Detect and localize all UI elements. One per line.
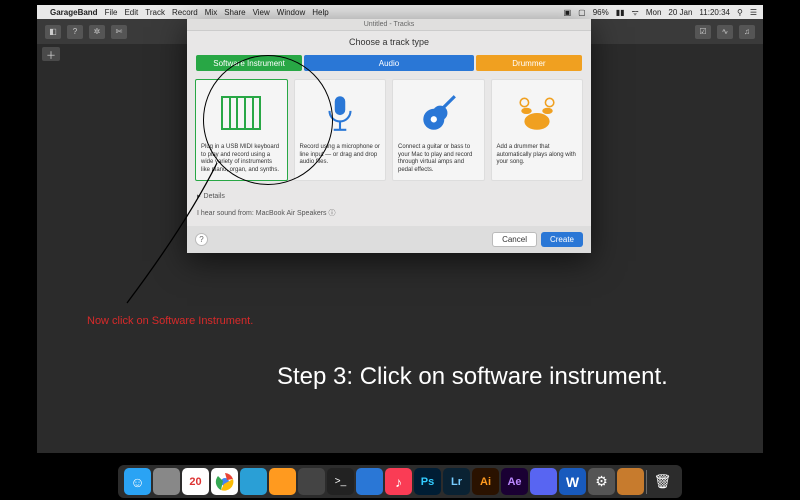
card-desc: Record using a microphone or line input … bbox=[300, 144, 381, 167]
menu-record[interactable]: Record bbox=[172, 8, 198, 17]
dock-garageband-icon[interactable] bbox=[617, 468, 644, 495]
loops-button[interactable]: ∿ bbox=[717, 25, 733, 39]
mac-dock: ☺ 20 >_ ♪PsLrAiAe W⚙ 🗑 bbox=[118, 465, 682, 498]
card-desc: Connect a guitar or bass to your Mac to … bbox=[398, 144, 479, 174]
menu-edit[interactable]: Edit bbox=[124, 8, 138, 17]
window-title: Untitled - Tracks bbox=[364, 21, 415, 28]
piano-icon bbox=[220, 92, 262, 134]
menu-share[interactable]: Share bbox=[224, 8, 245, 17]
spotlight-icon[interactable]: ⚲ bbox=[737, 8, 743, 17]
dock-aftereffects-icon[interactable]: Ae bbox=[501, 468, 528, 495]
card-audio-guitar[interactable]: Connect a guitar or bass to your Mac to … bbox=[392, 79, 485, 181]
tab-software-instrument[interactable]: Software Instrument bbox=[196, 55, 302, 71]
battery-icon[interactable]: ▮▮ bbox=[616, 8, 625, 17]
mac-menubar: GarageBand File Edit Track Record Mix Sh… bbox=[37, 5, 763, 19]
dock-word-icon[interactable]: W bbox=[559, 468, 586, 495]
drums-icon bbox=[516, 92, 558, 134]
card-desc: Add a drummer that automatically plays a… bbox=[497, 144, 578, 167]
dock-vscode-icon[interactable] bbox=[356, 468, 383, 495]
airplay-icon[interactable]: ▢ bbox=[578, 8, 586, 17]
dock-calendar-icon[interactable]: 20 bbox=[182, 468, 209, 495]
desktop-screen: GarageBand File Edit Track Record Mix Sh… bbox=[37, 5, 763, 453]
modal-titlebar: Untitled - Tracks bbox=[187, 19, 591, 31]
dock-launchpad-icon[interactable] bbox=[153, 468, 180, 495]
audio-output-info: I hear sound from: MacBook Air Speakers … bbox=[187, 203, 591, 226]
help-button[interactable]: ? bbox=[195, 233, 208, 246]
cancel-button[interactable]: Cancel bbox=[492, 232, 537, 247]
dock-lightroom-icon[interactable]: Lr bbox=[443, 468, 470, 495]
modal-header: Choose a track type bbox=[187, 31, 591, 55]
tab-drummer[interactable]: Drummer bbox=[476, 55, 582, 71]
clock-time: 11:20:34 bbox=[699, 8, 730, 17]
dock-trash-icon[interactable]: 🗑 bbox=[649, 468, 676, 495]
library-button[interactable]: ◧ bbox=[45, 25, 61, 39]
battery-percent: 96% bbox=[593, 8, 609, 17]
screen-share-icon[interactable]: ▣ bbox=[564, 8, 572, 17]
menu-window[interactable]: Window bbox=[277, 8, 305, 17]
dock-photoshop-icon[interactable]: Ps bbox=[414, 468, 441, 495]
notepad-button[interactable]: ☑ bbox=[695, 25, 711, 39]
annotation-red-note: Now click on Software Instrument. bbox=[87, 315, 253, 327]
dock-sublime-icon[interactable] bbox=[298, 468, 325, 495]
wifi-icon[interactable]: ᯤ bbox=[632, 7, 639, 18]
menu-mix[interactable]: Mix bbox=[205, 8, 217, 17]
clock-date: 20 Jan bbox=[668, 8, 692, 17]
dock-pages-icon[interactable] bbox=[269, 468, 296, 495]
dock-settings-icon[interactable]: ⚙ bbox=[588, 468, 615, 495]
media-button[interactable]: ♫ bbox=[739, 25, 755, 39]
new-track-modal: Untitled - Tracks Choose a track type So… bbox=[187, 19, 591, 253]
menu-view[interactable]: View bbox=[253, 8, 270, 17]
notifications-icon[interactable]: ☰ bbox=[750, 8, 757, 17]
dock-safari-icon[interactable] bbox=[240, 468, 267, 495]
track-type-tabs: Software Instrument Audio Drummer bbox=[187, 55, 591, 71]
menu-track[interactable]: Track bbox=[145, 8, 165, 17]
modal-footer: ? Cancel Create bbox=[187, 226, 591, 253]
step-caption-overlay: Step 3: Click on software instrument. bbox=[277, 363, 668, 391]
create-button[interactable]: Create bbox=[541, 232, 583, 247]
guitar-icon bbox=[417, 92, 459, 134]
help-icon[interactable]: ⓘ bbox=[329, 210, 336, 217]
dock-terminal-icon[interactable]: >_ bbox=[327, 468, 354, 495]
app-name[interactable]: GarageBand bbox=[50, 8, 98, 17]
card-desc: Plug in a USB MIDI keyboard to play and … bbox=[201, 144, 282, 174]
quick-help-button[interactable]: ? bbox=[67, 25, 83, 39]
dock-music-icon[interactable]: ♪ bbox=[385, 468, 412, 495]
card-software-instrument[interactable]: Plug in a USB MIDI keyboard to play and … bbox=[195, 79, 288, 181]
dock-chrome-icon[interactable] bbox=[211, 468, 238, 495]
card-drummer[interactable]: Add a drummer that automatically plays a… bbox=[491, 79, 584, 181]
smart-controls-button[interactable]: ✲ bbox=[89, 25, 105, 39]
menu-help[interactable]: Help bbox=[312, 8, 328, 17]
card-audio-mic[interactable]: Record using a microphone or line input … bbox=[294, 79, 387, 181]
dock-finder-icon[interactable]: ☺ bbox=[124, 468, 151, 495]
add-track-button[interactable]: ＋ bbox=[42, 47, 60, 61]
menu-file[interactable]: File bbox=[105, 8, 118, 17]
clock-day: Mon bbox=[646, 8, 662, 17]
tab-audio[interactable]: Audio bbox=[304, 55, 474, 71]
track-type-cards: Plug in a USB MIDI keyboard to play and … bbox=[187, 71, 591, 189]
dock-illustrator-icon[interactable]: Ai bbox=[472, 468, 499, 495]
editors-button[interactable]: ✄ bbox=[111, 25, 127, 39]
microphone-icon bbox=[319, 92, 361, 134]
dock-discord-icon[interactable] bbox=[530, 468, 557, 495]
details-disclosure[interactable]: ▸ Details bbox=[187, 189, 591, 203]
